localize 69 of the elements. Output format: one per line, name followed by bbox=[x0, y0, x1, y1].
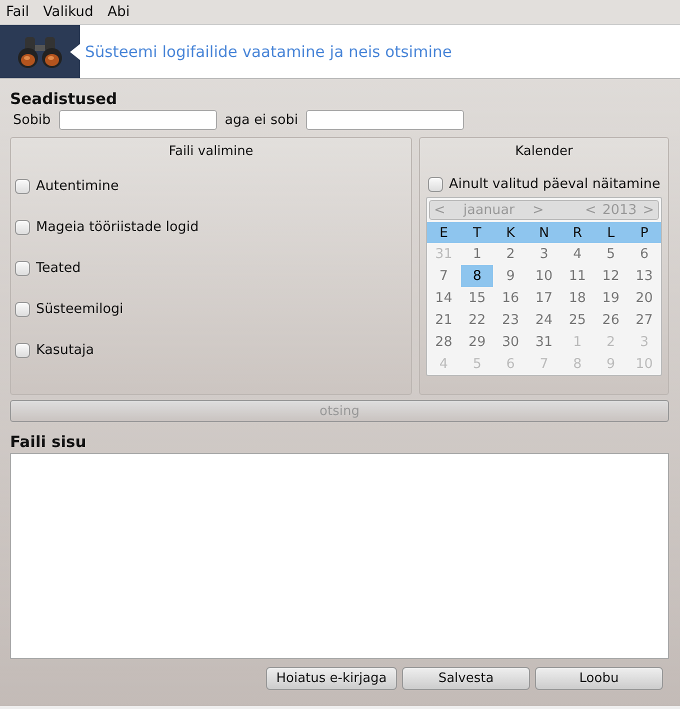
menu-item[interactable]: Abi bbox=[107, 4, 130, 20]
dialog-button[interactable]: Loobu bbox=[535, 667, 663, 690]
calendar-day[interactable]: 9 bbox=[494, 265, 526, 287]
banner-title: Süsteemi logifailide vaatamine ja neis otsimine bbox=[85, 42, 452, 60]
calendar-day[interactable]: 22 bbox=[461, 309, 493, 331]
checkbox-label: Mageia tööriistade logid bbox=[36, 219, 199, 235]
checkbox[interactable] bbox=[15, 302, 30, 316]
calendar-day[interactable]: 16 bbox=[494, 287, 526, 309]
year-label: 2013 bbox=[602, 202, 637, 218]
panel-title: Faili valimine bbox=[168, 144, 254, 159]
calendar-day[interactable]: 11 bbox=[562, 265, 594, 287]
calendar-day[interactable]: 4 bbox=[562, 243, 594, 265]
calendar-day[interactable]: 10 bbox=[528, 265, 560, 287]
checkbox-label: Teated bbox=[36, 260, 81, 276]
calendar-day[interactable]: 2 bbox=[494, 243, 526, 265]
section-title: Faili sisu bbox=[10, 433, 88, 451]
calendar-day[interactable]: 19 bbox=[595, 287, 627, 309]
checkbox[interactable] bbox=[15, 178, 30, 194]
calendar-day[interactable]: 29 bbox=[461, 331, 493, 353]
calendar-day[interactable]: 30 bbox=[494, 331, 526, 353]
calendar-day[interactable]: 3 bbox=[528, 243, 560, 265]
calendar-day[interactable]: 24 bbox=[528, 309, 560, 331]
calendar-day[interactable]: 18 bbox=[562, 287, 594, 309]
field-label: Sobib bbox=[13, 112, 51, 128]
calendar-day[interactable]: 27 bbox=[628, 309, 660, 331]
pointer-notch bbox=[70, 44, 80, 60]
weekday-label: T bbox=[472, 224, 482, 240]
calendar-day[interactable]: 7 bbox=[428, 265, 460, 287]
checkbox[interactable] bbox=[428, 176, 443, 192]
weekday-label: E bbox=[438, 224, 449, 240]
calendar-day[interactable]: 21 bbox=[428, 309, 460, 331]
calendar-day[interactable]: 25 bbox=[562, 309, 594, 331]
calendar-day[interactable]: 5 bbox=[595, 243, 627, 265]
menu-item[interactable]: Fail bbox=[6, 4, 30, 20]
calendar-day[interactable]: 1 bbox=[461, 243, 493, 265]
weekday-label: P bbox=[639, 224, 650, 240]
weekday-label: L bbox=[606, 224, 616, 240]
dialog-button[interactable]: Salvesta bbox=[402, 667, 530, 690]
checkbox[interactable] bbox=[15, 220, 30, 234]
checkbox-label: Autentimine bbox=[36, 178, 119, 194]
field-label: aga ei sobi bbox=[224, 112, 298, 128]
menu-item[interactable]: Valikud bbox=[43, 4, 94, 20]
calendar-day[interactable]: 6 bbox=[628, 243, 660, 265]
weekday-label: R bbox=[572, 224, 584, 240]
calendar-day[interactable]: 14 bbox=[428, 287, 460, 309]
checkbox[interactable] bbox=[15, 260, 30, 276]
calendar-day[interactable]: 8 bbox=[461, 265, 493, 287]
panel-title: Kalender bbox=[514, 144, 574, 159]
calendar-day[interactable]: 31 bbox=[528, 331, 560, 353]
calendar-day[interactable]: 23 bbox=[494, 309, 526, 331]
month-label: jaanuar bbox=[463, 202, 515, 218]
calendar-day[interactable]: 15 bbox=[461, 287, 493, 309]
weekday-label: K bbox=[505, 224, 516, 240]
calendar-day[interactable]: 26 bbox=[595, 309, 627, 331]
checkbox-label: Kasutaja bbox=[36, 342, 94, 358]
checkbox-label: Süsteemilogi bbox=[36, 301, 124, 317]
calendar-day[interactable]: 12 bbox=[595, 265, 627, 287]
checkbox[interactable] bbox=[15, 342, 30, 358]
calendar-day[interactable]: 20 bbox=[628, 287, 660, 309]
match-field[interactable] bbox=[58, 110, 217, 130]
calendar-day[interactable]: 17 bbox=[528, 287, 560, 309]
checkbox-label: Ainult valitud päeval näitamine bbox=[449, 176, 660, 192]
calendar-day[interactable]: 28 bbox=[428, 331, 460, 353]
section-title: Seadistused bbox=[10, 90, 118, 108]
binoculars-icon bbox=[15, 34, 65, 68]
weekday-label: N bbox=[538, 224, 550, 240]
calendar-day[interactable]: 13 bbox=[628, 265, 660, 287]
dialog-button[interactable]: Hoiatus e-kirjaga bbox=[266, 667, 397, 690]
exclude-field[interactable] bbox=[306, 110, 464, 130]
